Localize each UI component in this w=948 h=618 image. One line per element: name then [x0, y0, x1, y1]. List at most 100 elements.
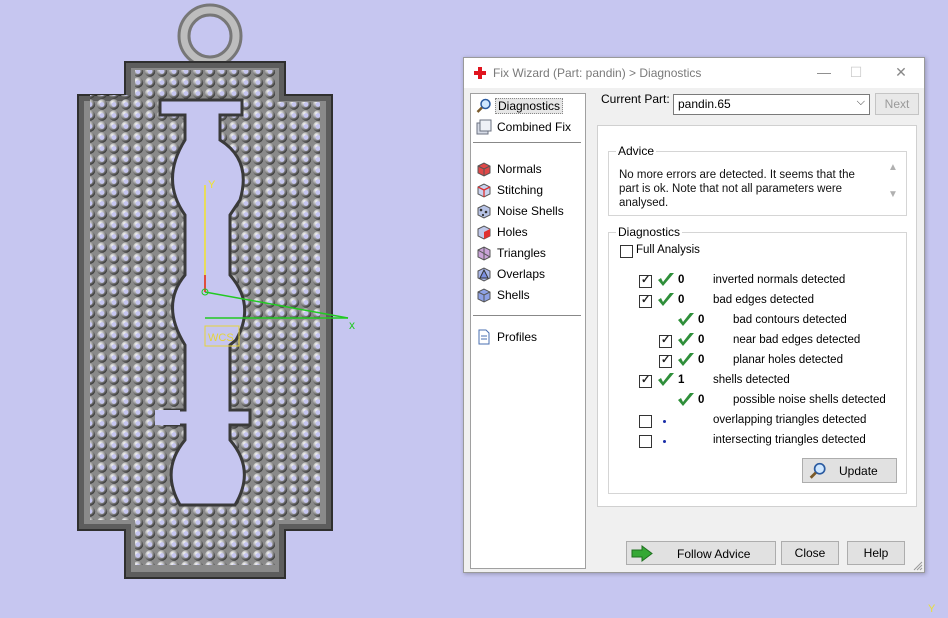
nav-item-diagnostics[interactable]: Diagnostics: [473, 97, 581, 116]
row-count: 1: [678, 374, 685, 386]
minimize-button[interactable]: —: [809, 62, 839, 82]
nav-item-overlaps[interactable]: Overlaps: [473, 265, 581, 284]
row-text: inverted normals detected: [713, 274, 846, 286]
shells-icon: [477, 288, 491, 303]
stitching-cube-icon: [477, 183, 491, 198]
green-arrow-icon: [631, 545, 653, 562]
green-check-icon: [678, 333, 694, 346]
nav-item-holes[interactable]: Holes: [473, 223, 581, 242]
holes-cube-icon: [477, 225, 491, 240]
current-part-select[interactable]: pandin.65 ⌵: [673, 94, 870, 115]
row-checkbox[interactable]: [659, 333, 672, 348]
nav-separator: [473, 142, 581, 143]
scroll-up-icon[interactable]: ▲: [886, 162, 900, 173]
scroll-down-icon[interactable]: ▼: [886, 189, 900, 200]
nav-separator: [473, 315, 581, 316]
diagnostics-group: Diagnostics Full Analysis 0 inverted norm…: [608, 225, 907, 494]
noise-shells-icon: [477, 204, 491, 219]
nav-label: Noise Shells: [497, 204, 564, 218]
row-count: 0: [678, 294, 685, 306]
next-button[interactable]: Next: [875, 93, 919, 115]
nav-label: Shells: [497, 288, 530, 302]
nav-label: Triangles: [497, 246, 546, 260]
pending-dot-icon: [663, 420, 666, 423]
green-check-icon: [658, 273, 674, 286]
triangles-icon: [477, 246, 491, 261]
row-count: 0: [698, 354, 705, 366]
update-button[interactable]: Update: [802, 458, 897, 483]
row-checkbox[interactable]: [639, 293, 652, 308]
fix-wizard-dialog: Fix Wizard (Part: pandin) > Diagnostics …: [463, 57, 925, 573]
y-axis-label: Y: [208, 179, 216, 191]
diagnostics-panel: Advice No more errors are detected. It s…: [597, 125, 917, 507]
close-window-button[interactable]: ✕: [886, 62, 916, 82]
row-text: possible noise shells detected: [733, 394, 886, 406]
nav-label: Holes: [497, 225, 528, 239]
current-part-value: pandin.65: [678, 97, 731, 111]
pendant-model: [77, 3, 333, 579]
nav-label: Overlaps: [497, 267, 546, 281]
row-count: 0: [698, 314, 705, 326]
magnifier-icon: [476, 98, 491, 113]
title-bar: Fix Wizard (Part: pandin) > Diagnostics …: [464, 58, 924, 88]
green-check-icon: [678, 313, 694, 326]
advice-scrollbar[interactable]: ▲ ▼: [886, 162, 900, 208]
nav-item-noise-shells[interactable]: Noise Shells: [473, 202, 581, 221]
profiles-doc-icon: [478, 329, 490, 345]
nav-item-combined-fix[interactable]: Combined Fix: [473, 118, 581, 137]
row-text: overlapping triangles detected: [713, 414, 867, 426]
row-checkbox[interactable]: [659, 353, 672, 368]
combined-fix-icon: [476, 119, 492, 135]
green-check-icon: [678, 353, 694, 366]
nav-label: Normals: [497, 162, 542, 176]
row-checkbox[interactable]: [639, 273, 652, 288]
corner-axis-label: Y: [928, 603, 936, 615]
green-check-icon: [678, 393, 694, 406]
advice-title: Advice: [616, 144, 657, 158]
magnifier-icon: [809, 462, 826, 479]
nav-label: Combined Fix: [497, 120, 572, 134]
row-checkbox[interactable]: [639, 373, 652, 388]
row-text: near bad edges detected: [733, 334, 861, 346]
nav-item-normals[interactable]: Normals: [473, 160, 581, 179]
row-count: 0: [698, 394, 705, 406]
nav-label: Diagnostics: [495, 98, 564, 114]
nav-item-triangles[interactable]: Triangles: [473, 244, 581, 263]
advice-text: No more errors are detected. It seems th…: [619, 169, 855, 209]
wizard-nav: Diagnostics Combined Fix Normals Stitchi…: [470, 93, 586, 569]
nav-item-shells[interactable]: Shells: [473, 286, 581, 305]
red-cross-icon: [474, 67, 486, 79]
maximize-button[interactable]: ☐: [841, 62, 871, 82]
close-button[interactable]: Close: [781, 541, 839, 565]
row-text: intersecting triangles detected: [713, 434, 866, 446]
advice-group: Advice No more errors are detected. It s…: [608, 144, 907, 216]
row-text: planar holes detected: [733, 354, 843, 366]
x-axis-label: x: [349, 318, 355, 332]
nav-item-stitching[interactable]: Stitching: [473, 181, 581, 200]
row-checkbox[interactable]: [639, 435, 652, 448]
nav-item-profiles[interactable]: Profiles: [473, 328, 581, 347]
row-checkbox[interactable]: [639, 415, 652, 428]
green-check-icon: [658, 373, 674, 386]
chevron-down-icon: ⌵: [856, 96, 865, 108]
current-part-label: Current Part:: [601, 92, 670, 106]
diagnostics-title: Diagnostics: [616, 225, 683, 239]
update-label: Update: [839, 464, 878, 478]
full-analysis-checkbox[interactable]: [620, 245, 633, 258]
row-count: 0: [698, 334, 705, 346]
green-check-icon: [658, 293, 674, 306]
follow-advice-button[interactable]: Follow Advice: [626, 541, 776, 565]
nav-label: Profiles: [497, 330, 538, 344]
row-text: shells detected: [713, 374, 790, 386]
resize-grip-icon[interactable]: [913, 561, 923, 571]
help-button[interactable]: Help: [847, 541, 905, 565]
full-analysis-label: Full Analysis: [636, 244, 700, 256]
row-count: 0: [678, 274, 685, 286]
wcs-label: WCS: [208, 332, 234, 344]
window-title: Fix Wizard (Part: pandin) > Diagnostics: [493, 66, 702, 80]
row-text: bad edges detected: [713, 294, 815, 306]
pending-dot-icon: [663, 440, 666, 443]
follow-advice-label: Follow Advice: [677, 547, 751, 561]
normals-cube-icon: [477, 162, 491, 177]
nav-label: Stitching: [497, 183, 544, 197]
